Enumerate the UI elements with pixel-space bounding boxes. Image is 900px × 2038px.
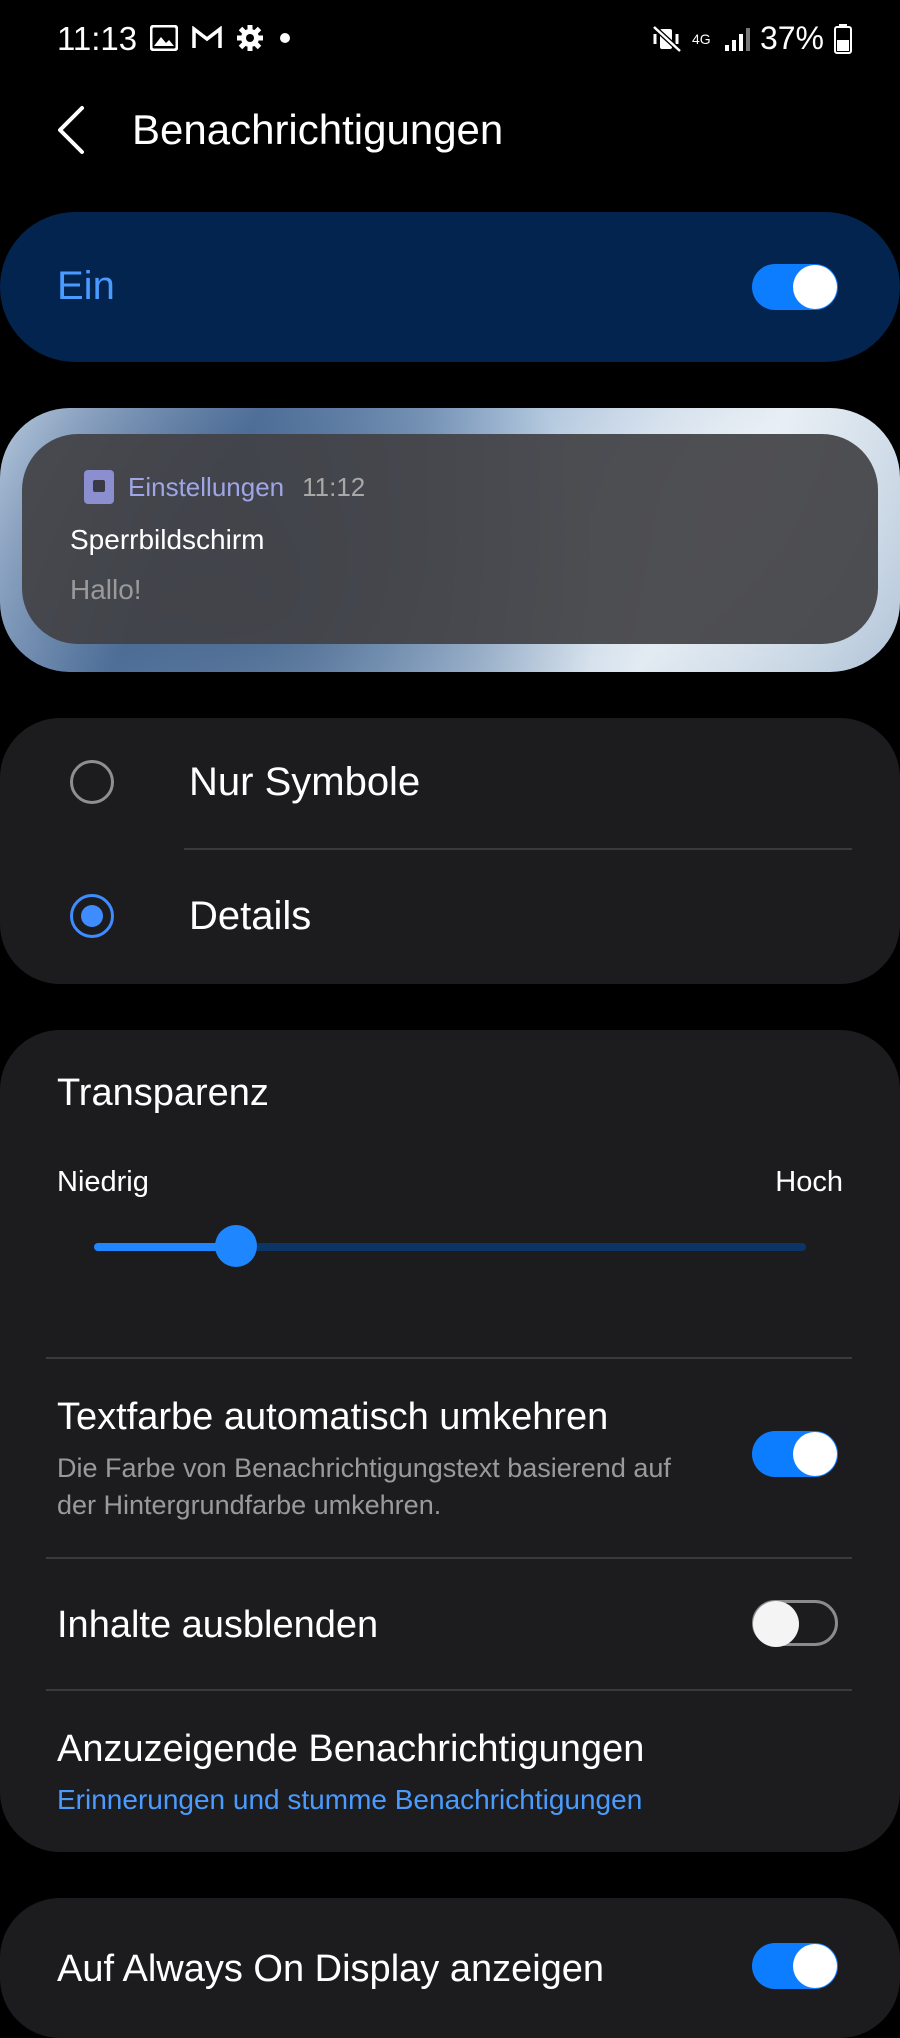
divider — [46, 1357, 852, 1359]
back-chevron-icon[interactable] — [52, 102, 92, 158]
image-icon — [150, 25, 178, 51]
status-time: 11:13 — [57, 20, 138, 57]
aod-title: Auf Always On Display anzeigen — [57, 1948, 605, 1990]
master-toggle-switch[interactable] — [752, 264, 838, 310]
transparency-title: Transparenz — [57, 1072, 269, 1114]
aod-card[interactable]: Auf Always On Display anzeigen — [0, 1898, 900, 2038]
status-system-icons: 4G 37% — [652, 20, 852, 57]
aod-toggle[interactable] — [752, 1943, 838, 1989]
option-label: Nur Symbole — [189, 760, 421, 804]
hide-content-title: Inhalte ausblenden — [57, 1604, 379, 1646]
toggle-knob — [793, 1944, 837, 1988]
transparency-low-label: Niedrig — [57, 1166, 149, 1198]
invert-text-title: Textfarbe automatisch umkehren — [57, 1396, 609, 1438]
signal-icon — [724, 27, 750, 51]
notifications-to-show-value: Erinnerungen und stumme Benachrichtigung… — [57, 1784, 643, 1815]
hide-content-toggle[interactable] — [752, 1600, 838, 1647]
option-label: Details — [189, 894, 312, 938]
battery-icon — [834, 23, 852, 54]
lock-icon — [84, 470, 114, 504]
master-toggle-label: Ein — [57, 264, 115, 308]
hide-content-row[interactable]: Inhalte ausblenden — [0, 1560, 900, 1688]
dot-icon — [280, 33, 290, 43]
network-4g-icon: 4G — [691, 30, 711, 47]
mute-vibrate-icon — [652, 24, 682, 53]
toggle-knob — [793, 265, 837, 309]
settings-gear-icon — [237, 25, 263, 51]
notifications-to-show-title: Anzuzeigende Benachrichtigungen — [57, 1728, 645, 1770]
status-bar: 11:13 4G 37% — [0, 0, 900, 80]
option-nur-symbole[interactable]: Nur Symbole — [0, 718, 900, 848]
toggle-knob — [793, 1432, 837, 1476]
preview-notification-card: Einstellungen 11:12 Sperrbildschirm Hall… — [22, 434, 878, 644]
preview-time: 11:12 — [302, 471, 366, 502]
style-options-card: Nur Symbole Details — [0, 718, 900, 984]
gmail-icon — [192, 26, 222, 48]
transparency-high-label: Hoch — [775, 1166, 843, 1198]
divider — [46, 1557, 852, 1559]
transparency-slider[interactable] — [94, 1225, 806, 1267]
status-notification-icons — [150, 24, 292, 52]
divider — [46, 1689, 852, 1691]
preview-app-header: Einstellungen 11:12 — [84, 470, 365, 504]
invert-text-row[interactable]: Textfarbe automatisch umkehren Die Farbe… — [0, 1360, 900, 1556]
page-title: Benachrichtigungen — [132, 106, 504, 153]
notifications-to-show-row[interactable]: Anzuzeigende Benachrichtigungen Erinneru… — [0, 1692, 900, 1842]
invert-text-subtitle: Die Farbe von Benachrichtigungstext basi… — [57, 1453, 671, 1520]
preview-body: Hallo! — [70, 574, 142, 605]
toggle-knob — [753, 1601, 799, 1647]
invert-text-toggle[interactable] — [752, 1431, 838, 1477]
preview-app-name: Einstellungen — [128, 471, 285, 502]
master-toggle-row[interactable]: Ein — [0, 212, 900, 362]
radio-unselected-icon[interactable] — [70, 760, 114, 804]
notification-preview: Einstellungen 11:12 Sperrbildschirm Hall… — [0, 408, 900, 672]
preview-title: Sperrbildschirm — [70, 524, 265, 555]
battery-percent: 37% — [759, 20, 824, 56]
option-details[interactable]: Details — [0, 850, 900, 984]
radio-selected-icon[interactable] — [70, 894, 114, 938]
app-header: Benachrichtigungen — [0, 90, 900, 170]
